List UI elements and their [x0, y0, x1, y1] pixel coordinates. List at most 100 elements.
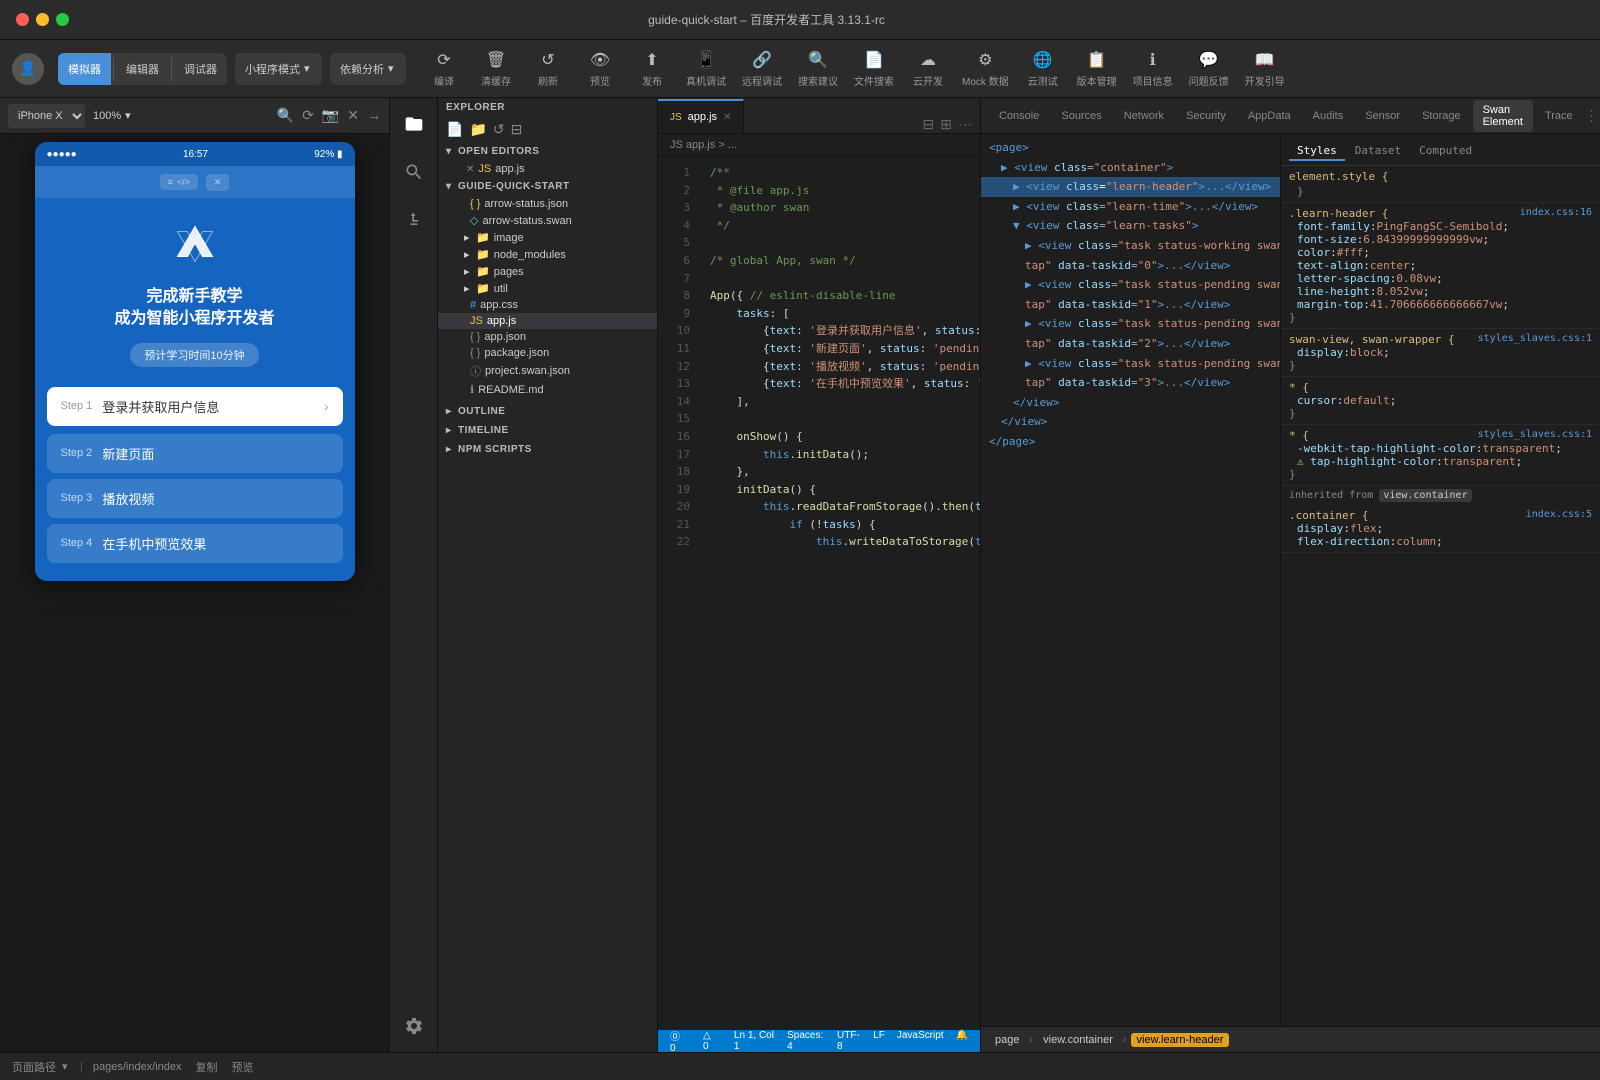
dom-line-close-view[interactable]: </view> — [981, 393, 1280, 413]
inherited-element[interactable]: view.container — [1379, 489, 1471, 502]
phone-step-2[interactable]: Step 2 新建页面 — [47, 434, 343, 473]
editor-content[interactable]: 12345678910111213141516171819202122 /** … — [658, 156, 980, 1030]
devtool-tab-security[interactable]: Security — [1176, 106, 1236, 126]
tab-close-icon[interactable]: ✕ — [723, 112, 731, 123]
tree-item-projectswanjson[interactable]: ⓘ project.swan.json — [438, 361, 657, 381]
minimize-button[interactable] — [36, 13, 49, 26]
sim-clear-icon[interactable]: ✕ — [347, 107, 359, 124]
tree-item-node-modules[interactable]: 📁 node_modules — [438, 246, 657, 263]
devtool-tab-sources[interactable]: Sources — [1051, 106, 1111, 126]
layout-icon[interactable]: ⊞ — [940, 116, 952, 133]
sim-arrow-icon[interactable]: → — [367, 107, 381, 124]
sim-rotate-icon[interactable]: ⟳ — [302, 107, 314, 124]
rule-source[interactable]: styles_slaves.css:1 — [1478, 333, 1592, 344]
project-info-action[interactable]: ℹ 项目信息 — [1133, 49, 1173, 88]
search-suggest-action[interactable]: 🔍 搜索建议 — [798, 49, 838, 88]
explorer-action-new-file[interactable]: 📄 — [446, 121, 463, 138]
cloud-action[interactable]: ☁ 云开发 — [910, 49, 946, 88]
explorer-action-refresh[interactable]: ↺ — [493, 121, 505, 138]
clear-cache-action[interactable]: 🗑 清缓存 — [478, 49, 514, 88]
zoom-chevron[interactable] — [125, 109, 133, 122]
outline-section[interactable]: OUTLINE — [438, 402, 657, 421]
path-learn-header[interactable]: view.learn-header — [1131, 1033, 1230, 1047]
dom-line-task3b[interactable]: tap" data-taskid="3">...</view> — [981, 373, 1280, 393]
devtool-tab-sensor[interactable]: Sensor — [1355, 106, 1410, 126]
maximize-button[interactable] — [56, 13, 69, 26]
debugger-button[interactable]: 调试器 — [174, 53, 227, 85]
sim-search-icon[interactable]: 🔍 — [277, 107, 294, 124]
simulator-button[interactable]: 模拟器 — [58, 53, 111, 85]
phone-step-4[interactable]: Step 4 在手机中预览效果 — [47, 524, 343, 563]
project-section[interactable]: GUIDE-QUICK-START — [438, 177, 657, 196]
dom-line-task1b[interactable]: tap" data-taskid="1">...</view> — [981, 295, 1280, 315]
open-editors-section[interactable]: OPEN EDITORS — [438, 142, 657, 161]
devtool-tab-swan-element[interactable]: Swan Element — [1473, 100, 1533, 132]
tree-item-arrow-swan[interactable]: ◇ arrow-status.swan — [438, 212, 657, 229]
rule-source[interactable]: index.css:5 — [1526, 509, 1592, 520]
split-editor-icon[interactable]: ⊟ — [923, 116, 935, 133]
close-button[interactable] — [16, 13, 29, 26]
tree-item-appcss[interactable]: # app.css — [438, 297, 657, 313]
rule-source[interactable]: index.css:16 — [1520, 207, 1592, 218]
styles-tab-styles[interactable]: Styles — [1289, 142, 1345, 161]
tree-item-util[interactable]: 📁 util — [438, 280, 657, 297]
devtool-tab-trace[interactable]: Trace — [1535, 106, 1583, 126]
dom-line-task0b[interactable]: tap" data-taskid="0">...</view> — [981, 256, 1280, 276]
styles-tab-computed[interactable]: Computed — [1411, 142, 1480, 161]
devtools-more-icon[interactable]: ⋮ — [1585, 107, 1599, 124]
preview-btn[interactable]: 预览 — [232, 1059, 254, 1075]
refresh-action[interactable]: ↺ 刷新 — [530, 49, 566, 88]
tree-item-packagejson[interactable]: { } package.json — [438, 345, 657, 361]
tree-item-pages[interactable]: 📁 pages — [438, 263, 657, 280]
mock-data-action[interactable]: ⚙ Mock 数据 — [962, 49, 1009, 88]
sim-screenshot-icon[interactable]: 📷 — [322, 107, 339, 124]
device-select[interactable]: iPhone X — [8, 104, 85, 128]
path-container[interactable]: view.container — [1037, 1033, 1119, 1047]
editor-button[interactable]: 编辑器 — [116, 53, 169, 85]
activity-git-icon[interactable] — [396, 202, 432, 238]
dom-line-task1a[interactable]: ▶ <view class="task status-pending swan-… — [981, 275, 1280, 295]
file-close-icon[interactable]: ✕ — [466, 164, 474, 175]
dev-guide-action[interactable]: 📖 开发引导 — [1245, 49, 1285, 88]
devtool-tab-audits[interactable]: Audits — [1303, 106, 1354, 126]
dom-line-learn-tasks[interactable]: ▼ <view class="learn-tasks"> — [981, 216, 1280, 236]
path-page[interactable]: page — [989, 1033, 1025, 1047]
cloud-test-action[interactable]: 🌐 云测试 — [1025, 49, 1061, 88]
open-file-appjs[interactable]: ✕ JS app.js — [438, 161, 657, 177]
tree-item-appjs[interactable]: JS app.js — [438, 313, 657, 329]
dom-line-container[interactable]: ▶ <view class="container"> — [981, 158, 1280, 178]
dom-line-page[interactable]: <page> — [981, 138, 1280, 158]
feedback-action[interactable]: 💬 问题反馈 — [1189, 49, 1229, 88]
version-mgmt-action[interactable]: 📋 版本管理 — [1077, 49, 1117, 88]
dep-dropdown[interactable]: 依赖分析 — [330, 53, 406, 85]
devtool-tab-appdata[interactable]: AppData — [1238, 106, 1301, 126]
explorer-action-new-folder[interactable]: 📁 — [469, 121, 486, 138]
activity-files-icon[interactable] — [396, 106, 432, 142]
npm-section[interactable]: NPM SCRIPTS — [438, 440, 657, 459]
devtool-tab-network[interactable]: Network — [1114, 106, 1174, 126]
file-search-action[interactable]: 📄 文件搜索 — [854, 49, 894, 88]
timeline-section[interactable]: TIMELINE — [438, 421, 657, 440]
explorer-action-collapse[interactable]: ⊟ — [511, 121, 523, 138]
dom-line-close-page[interactable]: </page> — [981, 432, 1280, 452]
publish-action[interactable]: ⬆ 发布 — [634, 49, 670, 88]
dom-line-learn-header[interactable]: ▶ <view class="learn-header">...</view> — [981, 177, 1280, 197]
devtool-tab-storage[interactable]: Storage — [1412, 106, 1471, 126]
dom-line-learn-time[interactable]: ▶ <view class="learn-time">...</view> — [981, 197, 1280, 217]
tree-item-arrow-json[interactable]: { } arrow-status.json — [438, 196, 657, 212]
phone-step-3[interactable]: Step 3 播放视频 — [47, 479, 343, 518]
notifications-icon[interactable]: 🔔 — [956, 1030, 968, 1052]
dom-line-task2a[interactable]: ▶ <view class="task status-pending swan-… — [981, 314, 1280, 334]
mode-dropdown[interactable]: 小程序模式 — [235, 53, 322, 85]
path-dropdown-icon[interactable] — [62, 1060, 70, 1073]
dom-line-task0a[interactable]: ▶ <view class="task status-working swan-… — [981, 236, 1280, 256]
dom-line-task3a[interactable]: ▶ <view class="task status-pending swan-… — [981, 354, 1280, 374]
code-editor[interactable]: /** * @file app.js * @author swan */ /* … — [698, 156, 980, 1030]
remote-debug-action[interactable]: 🔗 远程调试 — [742, 49, 782, 88]
copy-path-btn[interactable]: 复制 — [196, 1059, 218, 1075]
styles-tab-dataset[interactable]: Dataset — [1347, 142, 1409, 161]
tree-item-appjson[interactable]: { } app.json — [438, 329, 657, 345]
real-device-action[interactable]: 📱 真机调试 — [686, 49, 726, 88]
tree-item-image[interactable]: 📁 image — [438, 229, 657, 246]
tree-item-readme[interactable]: ℹ README.md — [438, 381, 657, 398]
